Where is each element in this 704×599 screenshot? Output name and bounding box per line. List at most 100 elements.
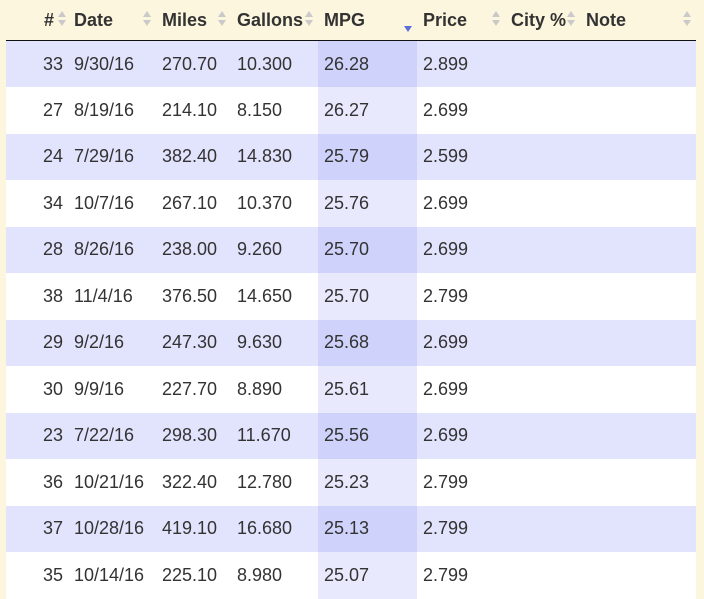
cell-price: 2.699 (417, 226, 505, 273)
table-row: 38 11/4/16 376.50 14.650 25.70 2.799 (6, 273, 696, 320)
cell-price: 2.699 (417, 180, 505, 227)
cell-gallons: 8.890 (231, 366, 318, 413)
column-header-mpg[interactable]: MPG (318, 0, 417, 41)
cell-city (505, 87, 580, 134)
cell-note (580, 319, 696, 366)
cell-city (505, 505, 580, 552)
cell-gallons: 11.670 (231, 412, 318, 459)
cell-gallons: 8.980 (231, 552, 318, 599)
cell-city (505, 459, 580, 506)
column-header-number[interactable]: # (6, 0, 68, 41)
sort-icon[interactable] (57, 11, 67, 29)
cell-date: 10/28/16 (68, 505, 156, 552)
cell-miles: 227.70 (156, 366, 231, 413)
header-row: # Date Miles Gallons MPG Price City % No… (6, 0, 696, 41)
cell-mpg: 25.79 (318, 133, 417, 180)
cell-note (580, 180, 696, 227)
cell-mpg: 25.07 (318, 552, 417, 599)
column-header-label: Gallons (237, 9, 304, 30)
cell-price: 2.899 (417, 40, 505, 87)
mileage-table-container: # Date Miles Gallons MPG Price City % No… (6, 0, 696, 599)
table-row: 36 10/21/16 322.40 12.780 25.23 2.799 (6, 459, 696, 506)
column-header-date[interactable]: Date (68, 0, 156, 41)
table-row: 30 9/9/16 227.70 8.890 25.61 2.699 (6, 366, 696, 413)
sort-icon[interactable] (491, 11, 501, 29)
cell-miles: 214.10 (156, 87, 231, 134)
cell-city (505, 552, 580, 599)
cell-city (505, 366, 580, 413)
cell-num: 29 (6, 319, 68, 366)
cell-gallons: 8.150 (231, 87, 318, 134)
table-row: 33 9/30/16 270.70 10.300 26.28 2.899 (6, 40, 696, 87)
cell-miles: 419.10 (156, 505, 231, 552)
cell-mpg: 25.68 (318, 319, 417, 366)
cell-gallons: 10.370 (231, 180, 318, 227)
column-header-label: Date (74, 9, 114, 30)
cell-city (505, 226, 580, 273)
cell-city (505, 412, 580, 459)
column-header-miles[interactable]: Miles (156, 0, 231, 41)
table-row: 27 8/19/16 214.10 8.150 26.27 2.699 (6, 87, 696, 134)
sort-icon[interactable] (566, 11, 576, 29)
cell-miles: 238.00 (156, 226, 231, 273)
mileage-table: # Date Miles Gallons MPG Price City % No… (6, 0, 696, 599)
cell-num: 28 (6, 226, 68, 273)
sort-icon[interactable] (682, 11, 692, 29)
sort-icon[interactable] (217, 11, 227, 29)
cell-price: 2.799 (417, 552, 505, 599)
cell-date: 7/22/16 (68, 412, 156, 459)
cell-num: 23 (6, 412, 68, 459)
cell-date: 9/2/16 (68, 319, 156, 366)
cell-note (580, 459, 696, 506)
cell-note (580, 133, 696, 180)
table-row: 23 7/22/16 298.30 11.670 25.56 2.699 (6, 412, 696, 459)
cell-num: 37 (6, 505, 68, 552)
cell-mpg: 25.76 (318, 180, 417, 227)
column-header-gallons[interactable]: Gallons (231, 0, 318, 41)
cell-note (580, 412, 696, 459)
column-header-city[interactable]: City % (505, 0, 580, 41)
column-header-label: Miles (162, 9, 208, 30)
cell-mpg: 25.70 (318, 226, 417, 273)
cell-city (505, 133, 580, 180)
table-row: 28 8/26/16 238.00 9.260 25.70 2.699 (6, 226, 696, 273)
cell-date: 10/7/16 (68, 180, 156, 227)
cell-gallons: 14.650 (231, 273, 318, 320)
cell-num: 24 (6, 133, 68, 180)
cell-mpg: 26.27 (318, 87, 417, 134)
cell-price: 2.799 (417, 273, 505, 320)
cell-gallons: 16.680 (231, 505, 318, 552)
cell-price: 2.699 (417, 366, 505, 413)
column-header-label: City % (511, 9, 567, 30)
cell-gallons: 10.300 (231, 40, 318, 87)
sort-icon[interactable] (142, 11, 152, 29)
cell-mpg: 25.70 (318, 273, 417, 320)
sort-icon[interactable] (304, 11, 314, 29)
table-row: 24 7/29/16 382.40 14.830 25.79 2.599 (6, 133, 696, 180)
column-header-note[interactable]: Note (580, 0, 696, 41)
cell-miles: 225.10 (156, 552, 231, 599)
cell-num: 38 (6, 273, 68, 320)
table-row: 37 10/28/16 419.10 16.680 25.13 2.799 (6, 505, 696, 552)
cell-gallons: 14.830 (231, 133, 318, 180)
cell-price: 2.799 (417, 505, 505, 552)
cell-miles: 270.70 (156, 40, 231, 87)
cell-mpg: 25.61 (318, 366, 417, 413)
cell-date: 8/26/16 (68, 226, 156, 273)
table-header: # Date Miles Gallons MPG Price City % No… (6, 0, 696, 41)
cell-gallons: 9.630 (231, 319, 318, 366)
cell-miles: 376.50 (156, 273, 231, 320)
sort-descending-icon[interactable] (403, 11, 413, 32)
column-header-price[interactable]: Price (417, 0, 505, 41)
cell-num: 35 (6, 552, 68, 599)
cell-date: 7/29/16 (68, 133, 156, 180)
cell-miles: 298.30 (156, 412, 231, 459)
table-row: 35 10/14/16 225.10 8.980 25.07 2.799 (6, 552, 696, 599)
cell-date: 10/14/16 (68, 552, 156, 599)
column-header-label: Price (423, 9, 468, 30)
cell-city (505, 40, 580, 87)
cell-price: 2.799 (417, 459, 505, 506)
cell-miles: 247.30 (156, 319, 231, 366)
cell-mpg: 25.13 (318, 505, 417, 552)
cell-price: 2.699 (417, 412, 505, 459)
